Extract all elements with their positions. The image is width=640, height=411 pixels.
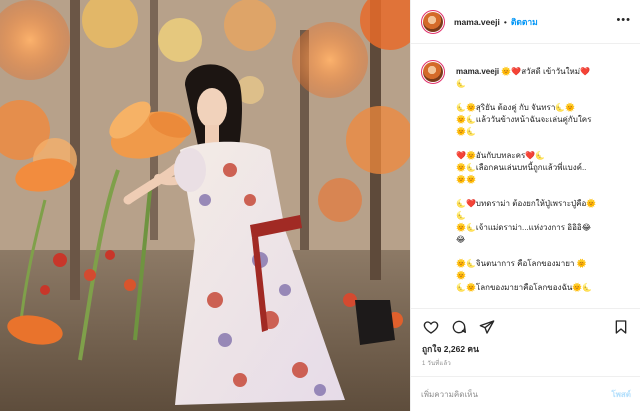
post-comment-button[interactable]: โพสต์ bbox=[611, 388, 631, 401]
post-side-panel: mama.veeji • ติดตาม ••• mama.veeji 🌞❤️สว… bbox=[410, 0, 640, 411]
caption-line: 🌜🌞โลกของมายาคือโลกของฉัน🌞🌜 bbox=[456, 283, 593, 292]
caption-username[interactable]: mama.veeji bbox=[456, 67, 499, 76]
caption-line: 🌜🌞สุริยัน ต้องคู่ กับ จันทรา🌜🌞 bbox=[456, 103, 576, 112]
caption-line: 🌜 bbox=[456, 79, 466, 88]
caption-line: 🌞🌜เลือกคนเล่นบทนี้ถูกแล้วพี่แบงค์.. bbox=[456, 163, 587, 172]
more-options-icon[interactable]: ••• bbox=[616, 14, 631, 26]
header-separator: • bbox=[503, 16, 507, 27]
heart-icon[interactable] bbox=[423, 319, 439, 335]
comment-icon[interactable] bbox=[451, 319, 467, 335]
caption-line: 🌞 bbox=[456, 271, 466, 280]
caption-line bbox=[456, 186, 636, 198]
caption-line: 🌞🌜 bbox=[456, 127, 476, 136]
caption-line: ❤️🌞อันกับบทละคร❤️🌜 bbox=[456, 151, 546, 160]
caption-line bbox=[456, 90, 636, 102]
caption-line bbox=[456, 138, 636, 150]
share-icon[interactable] bbox=[479, 319, 495, 335]
likes-count[interactable]: ถูกใจ 2,262 คน bbox=[422, 342, 479, 356]
comment-input[interactable]: เพิ่มความคิดเห็น bbox=[421, 388, 611, 401]
caption-line: 🌞❤️สวัสดี เข้าวันใหม่❤️ bbox=[501, 67, 591, 76]
post-photo[interactable] bbox=[0, 0, 410, 411]
caption-line: 🌞🌜แล้ววันข้างหน้าฉันจะเล่นคู่กับใคร bbox=[456, 115, 592, 124]
bookmark-icon[interactable] bbox=[613, 319, 629, 335]
caption-text: mama.veeji 🌞❤️สวัสดี เข้าวันใหม่❤️ 🌜 🌜🌞ส… bbox=[456, 66, 636, 294]
instagram-post: mama.veeji • ติดตาม ••• mama.veeji 🌞❤️สว… bbox=[0, 0, 640, 411]
caption-avatar[interactable] bbox=[421, 60, 445, 84]
header-username[interactable]: mama.veeji bbox=[454, 17, 500, 27]
caption-line: 🌜 bbox=[456, 211, 466, 220]
caption-line: 🌞🌜จินตนาการ คือโลกของมายา 🌞 bbox=[456, 259, 587, 268]
post-header: mama.veeji • ติดตาม ••• bbox=[411, 0, 640, 44]
caption-line: 🌞🌜เจ้าแม่ดราม่า...แห่งวงการ อิอิอิ😂 bbox=[456, 223, 592, 232]
woman-with-flowers-image bbox=[0, 0, 410, 411]
profile-avatar[interactable] bbox=[421, 9, 445, 34]
post-timestamp[interactable]: 1 วันที่แล้ว bbox=[422, 358, 451, 368]
comment-box: เพิ่มความคิดเห็น โพสต์ bbox=[411, 376, 640, 411]
follow-button[interactable]: ติดตาม bbox=[511, 15, 538, 29]
caption-line: 😂 bbox=[456, 235, 466, 244]
caption-line bbox=[456, 246, 636, 258]
caption-area: mama.veeji 🌞❤️สวัสดี เข้าวันใหม่❤️ 🌜 🌜🌞ส… bbox=[421, 60, 636, 312]
caption-line: 🌞🌞 bbox=[456, 175, 476, 184]
action-bar bbox=[411, 308, 640, 342]
caption-line: 🌜❤️บทดราม่า ต้องยกให้ปู่เพราะปู่คือ🌞 bbox=[456, 199, 597, 208]
